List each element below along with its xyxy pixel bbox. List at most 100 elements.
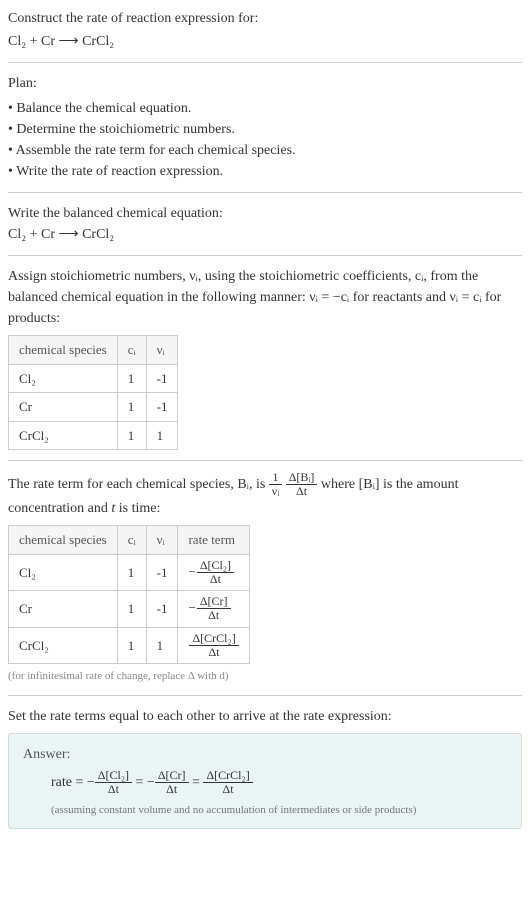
prompt-section: Construct the rate of reaction expressio… (8, 8, 522, 52)
table-row: Cl₂ 1 -1 (9, 364, 178, 393)
rateterm-table: chemical species cᵢ νᵢ rate term Cl₂ 1 -… (8, 525, 250, 664)
table-row: CrCl₂ 1 1 Δ[CrCl₂]Δt (9, 627, 250, 663)
fraction: Δ[CrCl₂]Δt (189, 632, 238, 659)
numerator: Δ[Cr] (155, 769, 189, 783)
fraction: Δ[Bᵢ] Δt (286, 471, 318, 498)
prompt-text: Construct the rate of reaction expressio… (8, 8, 522, 29)
col-header: chemical species (9, 336, 118, 365)
divider (8, 62, 522, 63)
cell: Δ[CrCl₂]Δt (178, 627, 249, 663)
answer-label: Answer: (23, 744, 507, 765)
text: The rate term for each chemical species,… (8, 477, 269, 492)
divider (8, 460, 522, 461)
plan-item: Determine the stoichiometric numbers. (8, 119, 522, 140)
rateterm-text: The rate term for each chemical species,… (8, 471, 522, 519)
minus-sign: − (188, 600, 195, 615)
fraction: Δ[Cr]Δt (155, 769, 189, 796)
cell: 1 (117, 364, 146, 393)
cell: 1 (117, 627, 146, 663)
setequal-section: Set the rate terms equal to each other t… (8, 706, 522, 727)
cell: 1 (117, 591, 146, 627)
plan-section: Plan: Balance the chemical equation. Det… (8, 73, 522, 182)
denominator: Δt (95, 783, 132, 796)
answer-expression: rate = −Δ[Cl₂]Δt = −Δ[Cr]Δt = Δ[CrCl₂]Δt (23, 769, 507, 796)
rateterm-section: The rate term for each chemical species,… (8, 471, 522, 685)
numerator: 1 (269, 471, 282, 485)
cell: CrCl₂ (9, 627, 118, 663)
denominator: Δt (286, 485, 318, 498)
fraction: 1 νᵢ (269, 471, 282, 498)
answer-note: (assuming constant volume and no accumul… (23, 802, 507, 819)
cell: −Δ[Cl₂]Δt (178, 554, 249, 590)
table-row: Cl₂ 1 -1 −Δ[Cl₂]Δt (9, 554, 250, 590)
divider (8, 192, 522, 193)
cell: -1 (146, 591, 178, 627)
cell: 1 (117, 554, 146, 590)
equals-sign: = (136, 774, 147, 789)
col-header: νᵢ (146, 526, 178, 555)
numerator: Δ[Cl₂] (95, 769, 132, 783)
plan-heading: Plan: (8, 73, 522, 94)
balanced-equation: Cl₂ + Cr ⟶ CrCl₂ (8, 224, 522, 245)
table-row: CrCl₂ 1 1 (9, 421, 178, 450)
plan-item: Balance the chemical equation. (8, 98, 522, 119)
stoich-table: chemical species cᵢ νᵢ Cl₂ 1 -1 Cr 1 -1 … (8, 335, 178, 450)
balanced-heading: Write the balanced chemical equation: (8, 203, 522, 224)
cell: 1 (117, 393, 146, 422)
rateterm-note: (for infinitesimal rate of change, repla… (8, 668, 522, 685)
numerator: Δ[Cl₂] (197, 559, 234, 573)
assign-text: Assign stoichiometric numbers, νᵢ, using… (8, 266, 522, 329)
cell: Cl₂ (9, 554, 118, 590)
col-header: cᵢ (117, 526, 146, 555)
numerator: Δ[Bᵢ] (286, 471, 318, 485)
denominator: νᵢ (269, 485, 282, 498)
col-header: νᵢ (146, 336, 178, 365)
cell: -1 (146, 393, 178, 422)
rate-label: rate = (51, 774, 87, 789)
table-header-row: chemical species cᵢ νᵢ (9, 336, 178, 365)
cell: −Δ[Cr]Δt (178, 591, 249, 627)
cell: Cl₂ (9, 364, 118, 393)
cell: 1 (117, 421, 146, 450)
cell: -1 (146, 364, 178, 393)
denominator: Δt (197, 573, 234, 586)
prompt-equation: Cl₂ + Cr ⟶ CrCl₂ (8, 31, 522, 52)
plan-item: Write the rate of reaction expression. (8, 161, 522, 182)
divider (8, 255, 522, 256)
balanced-section: Write the balanced chemical equation: Cl… (8, 203, 522, 245)
cell: 1 (146, 421, 178, 450)
table-row: Cr 1 -1 (9, 393, 178, 422)
denominator: Δt (155, 783, 189, 796)
denominator: Δt (197, 609, 231, 622)
denominator: Δt (203, 783, 252, 796)
table-row: Cr 1 -1 −Δ[Cr]Δt (9, 591, 250, 627)
divider (8, 695, 522, 696)
table-header-row: chemical species cᵢ νᵢ rate term (9, 526, 250, 555)
answer-box: Answer: rate = −Δ[Cl₂]Δt = −Δ[Cr]Δt = Δ[… (8, 733, 522, 830)
fraction: Δ[Cl₂]Δt (197, 559, 234, 586)
equals-sign: = (192, 774, 203, 789)
denominator: Δt (189, 646, 238, 659)
col-header: rate term (178, 526, 249, 555)
text: is time: (115, 501, 160, 516)
cell: Cr (9, 591, 118, 627)
setequal-text: Set the rate terms equal to each other t… (8, 706, 522, 727)
col-header: chemical species (9, 526, 118, 555)
cell: CrCl₂ (9, 421, 118, 450)
fraction: Δ[Cl₂]Δt (95, 769, 132, 796)
plan-item: Assemble the rate term for each chemical… (8, 140, 522, 161)
fraction: Δ[Cr]Δt (197, 595, 231, 622)
cell: -1 (146, 554, 178, 590)
numerator: Δ[CrCl₂] (189, 632, 238, 646)
minus-sign: − (147, 774, 155, 789)
numerator: Δ[CrCl₂] (203, 769, 252, 783)
cell: 1 (146, 627, 178, 663)
plan-list: Balance the chemical equation. Determine… (8, 98, 522, 182)
cell: Cr (9, 393, 118, 422)
numerator: Δ[Cr] (197, 595, 231, 609)
col-header: cᵢ (117, 336, 146, 365)
fraction: Δ[CrCl₂]Δt (203, 769, 252, 796)
minus-sign: − (188, 564, 195, 579)
minus-sign: − (87, 774, 95, 789)
assign-section: Assign stoichiometric numbers, νᵢ, using… (8, 266, 522, 450)
